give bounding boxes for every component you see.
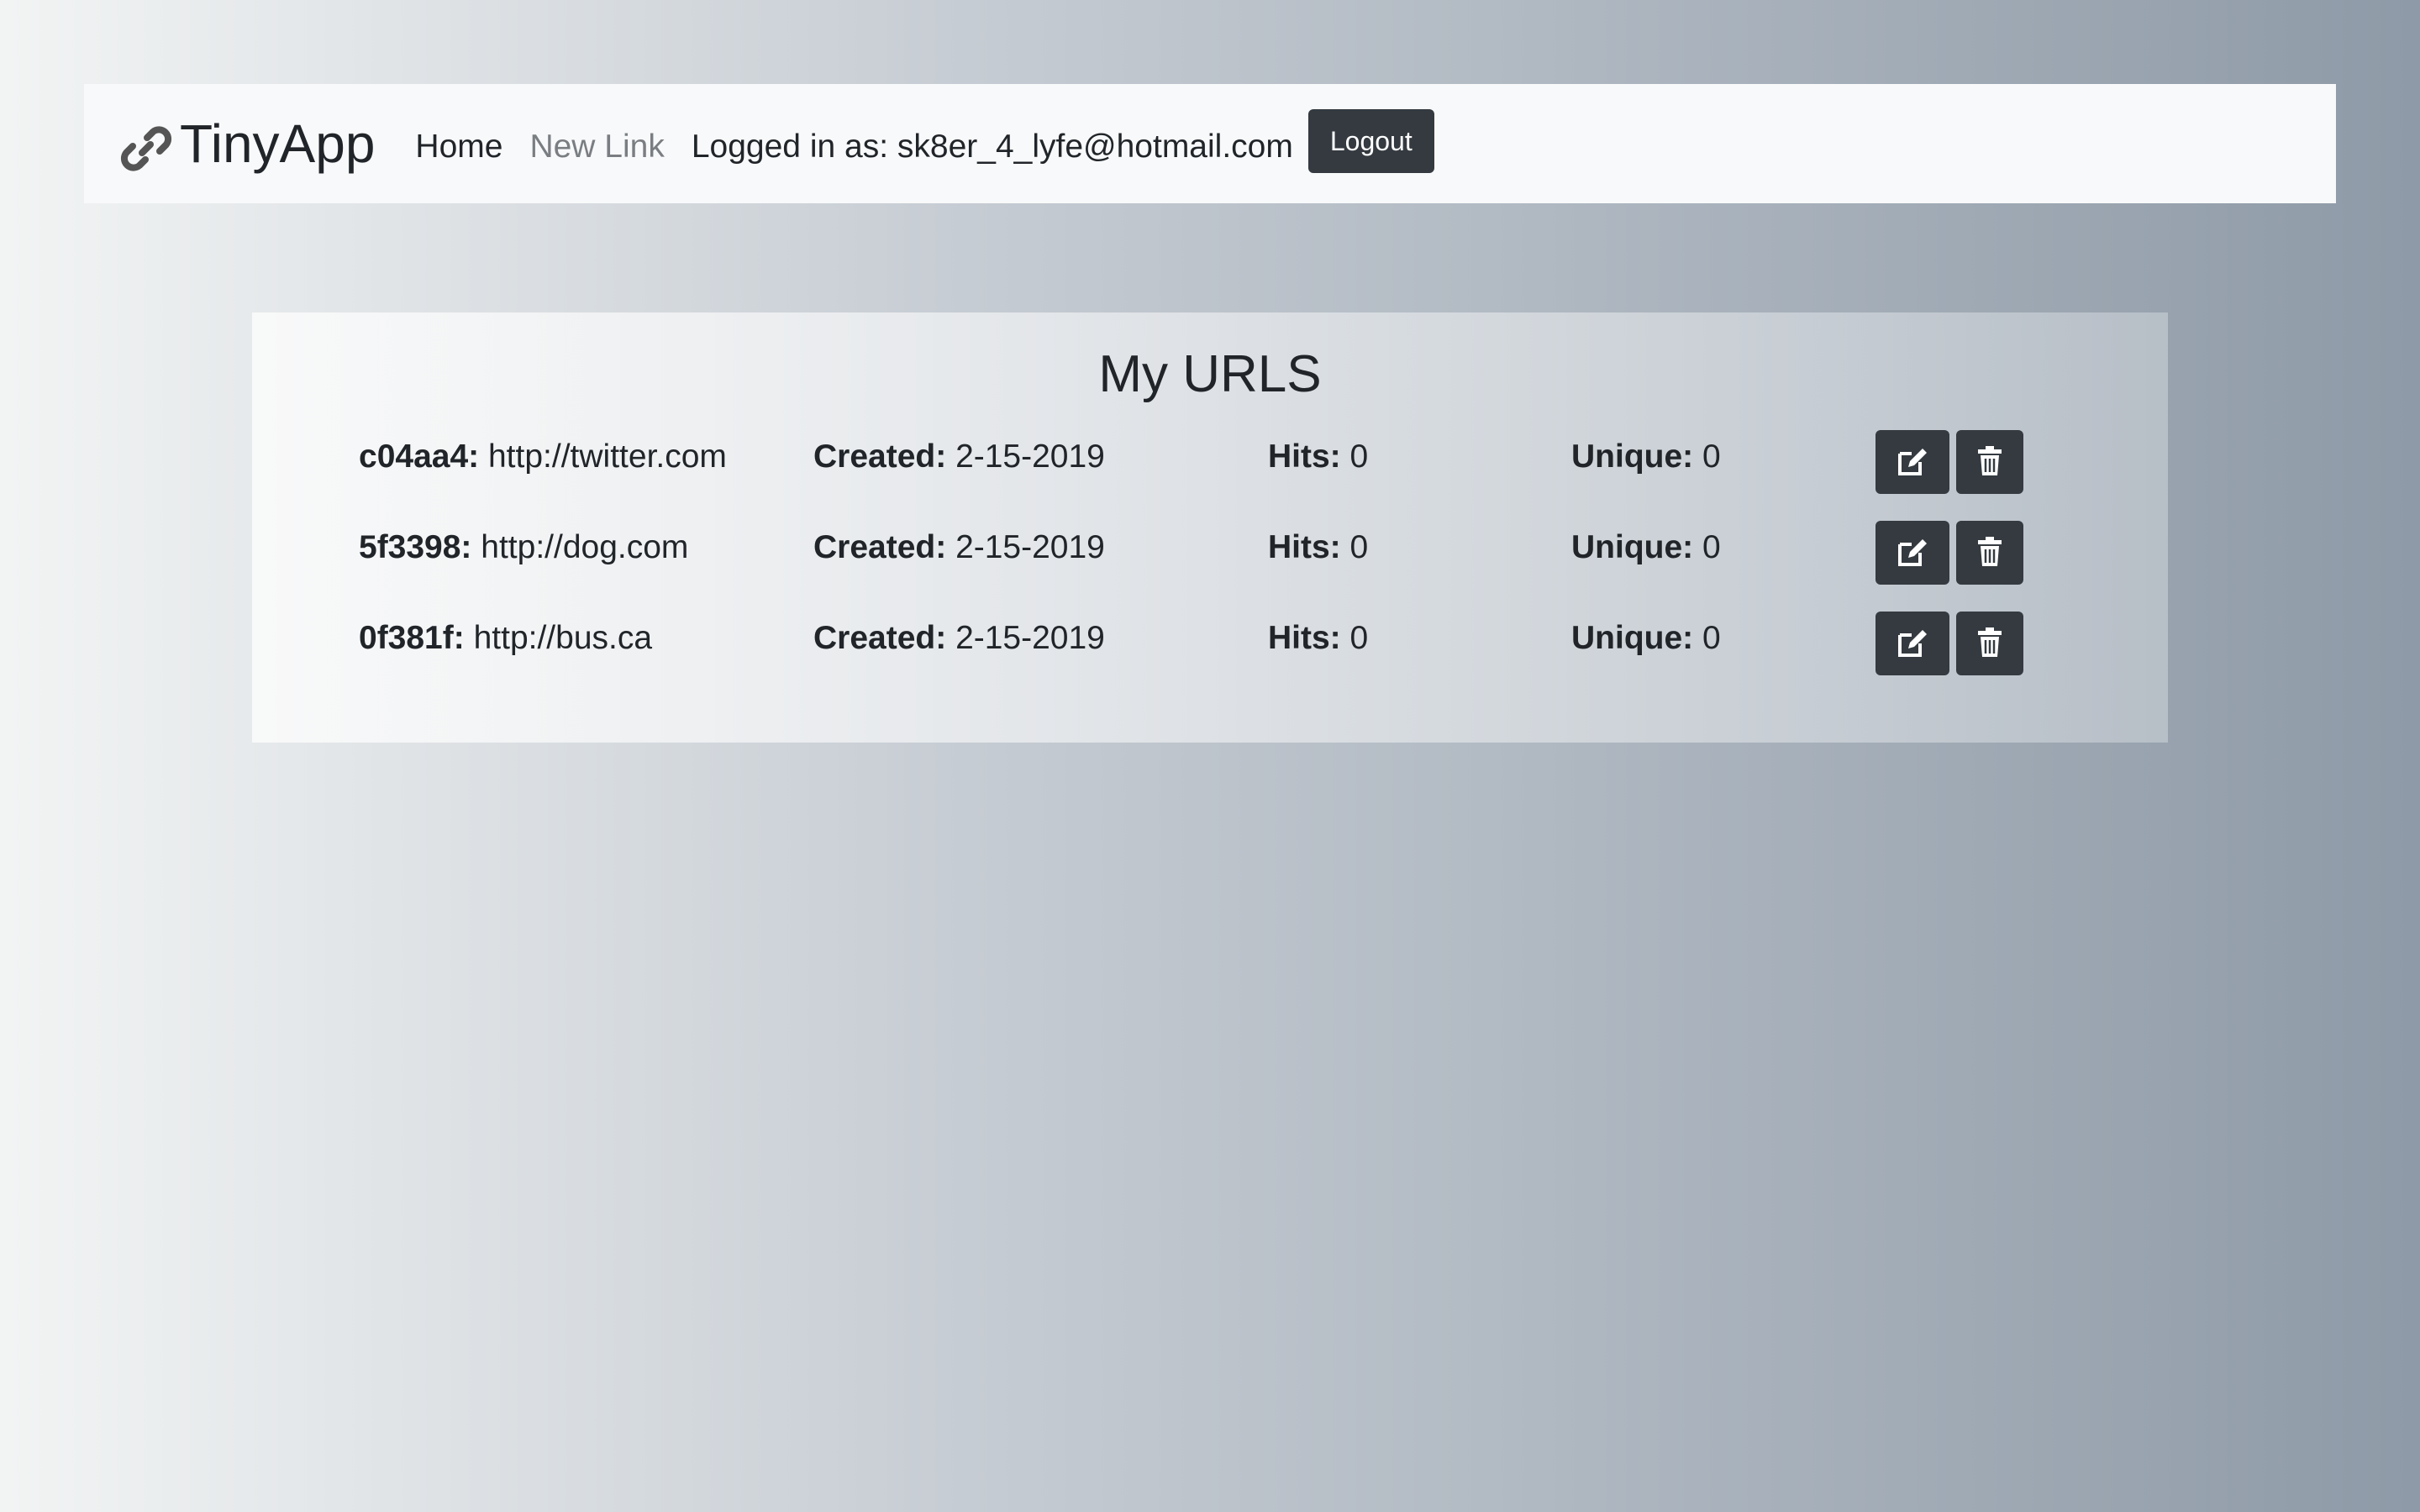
short-id: 0f381f: xyxy=(359,620,465,656)
unique-value: 0 xyxy=(1702,620,1721,656)
row-actions xyxy=(1876,612,2030,675)
url-row: 5f3398: http://dog.com Created: 2-15-201… xyxy=(252,521,2168,586)
hits-label: Hits: xyxy=(1268,438,1341,475)
hits-cell: Hits: 0 xyxy=(1268,432,1368,482)
created-label: Created: xyxy=(813,620,947,656)
delete-button[interactable] xyxy=(1956,612,2023,675)
unique-value: 0 xyxy=(1702,529,1721,565)
page-title: My URLS xyxy=(1098,345,1322,403)
link-icon xyxy=(116,118,176,179)
hits-cell: Hits: 0 xyxy=(1268,613,1368,664)
logout-button[interactable]: Logout xyxy=(1307,109,1434,173)
long-url: http://dog.com xyxy=(481,529,689,565)
unique-label: Unique: xyxy=(1571,529,1694,565)
unique-label: Unique: xyxy=(1571,620,1694,656)
created-value: 2-15-2019 xyxy=(955,620,1105,656)
hits-label: Hits: xyxy=(1268,529,1341,565)
edit-button[interactable] xyxy=(1876,521,1949,585)
hits-label: Hits: xyxy=(1268,620,1341,656)
trash-icon xyxy=(1976,627,2003,660)
row-actions xyxy=(1876,430,2030,494)
row-actions xyxy=(1876,521,2030,585)
urls-panel: My URLS c04aa4: http://twitter.com Creat… xyxy=(252,312,2168,743)
logged-in-text: Logged in as: sk8er_4_lyfe@hotmail.com xyxy=(691,129,1293,165)
unique-cell: Unique: 0 xyxy=(1571,522,1721,573)
created-label: Created: xyxy=(813,438,947,475)
short-id: c04aa4: xyxy=(359,438,480,475)
created-value: 2-15-2019 xyxy=(955,529,1105,565)
created-cell: Created: 2-15-2019 xyxy=(813,613,1105,664)
url-cell: 0f381f: http://bus.ca xyxy=(359,613,652,664)
long-url: http://bus.ca xyxy=(473,620,653,656)
brand-name: TinyApp xyxy=(180,113,376,174)
url-row: 0f381f: http://bus.ca Created: 2-15-2019… xyxy=(252,612,2168,677)
unique-label: Unique: xyxy=(1571,438,1694,475)
hits-value: 0 xyxy=(1349,529,1369,565)
nav-links: Home New Link Logged in as: sk8er_4_lyfe… xyxy=(415,109,1434,173)
edit-button[interactable] xyxy=(1876,612,1949,675)
hits-value: 0 xyxy=(1349,620,1369,656)
hits-cell: Hits: 0 xyxy=(1268,522,1368,573)
short-id: 5f3398: xyxy=(359,529,472,565)
edit-icon xyxy=(1897,536,1928,570)
edit-icon xyxy=(1897,627,1928,661)
nav-new-link[interactable]: New Link xyxy=(529,129,664,165)
created-cell: Created: 2-15-2019 xyxy=(813,432,1105,482)
url-cell: 5f3398: http://dog.com xyxy=(359,522,688,573)
created-cell: Created: 2-15-2019 xyxy=(813,522,1105,573)
navbar: TinyApp Home New Link Logged in as: sk8e… xyxy=(84,84,2336,203)
created-label: Created: xyxy=(813,529,947,565)
delete-button[interactable] xyxy=(1956,430,2023,494)
nav-home-link[interactable]: Home xyxy=(415,129,502,165)
long-url: http://twitter.com xyxy=(487,438,727,475)
delete-button[interactable] xyxy=(1956,521,2023,585)
trash-icon xyxy=(1976,445,2003,479)
url-cell: c04aa4: http://twitter.com xyxy=(359,432,727,482)
trash-icon xyxy=(1976,536,2003,570)
url-row: c04aa4: http://twitter.com Created: 2-15… xyxy=(252,430,2168,496)
hits-value: 0 xyxy=(1349,438,1369,475)
unique-cell: Unique: 0 xyxy=(1571,432,1721,482)
created-value: 2-15-2019 xyxy=(955,438,1105,475)
brand-link[interactable]: TinyApp xyxy=(116,108,375,179)
unique-value: 0 xyxy=(1702,438,1721,475)
edit-icon xyxy=(1897,445,1928,480)
unique-cell: Unique: 0 xyxy=(1571,613,1721,664)
edit-button[interactable] xyxy=(1876,430,1949,494)
